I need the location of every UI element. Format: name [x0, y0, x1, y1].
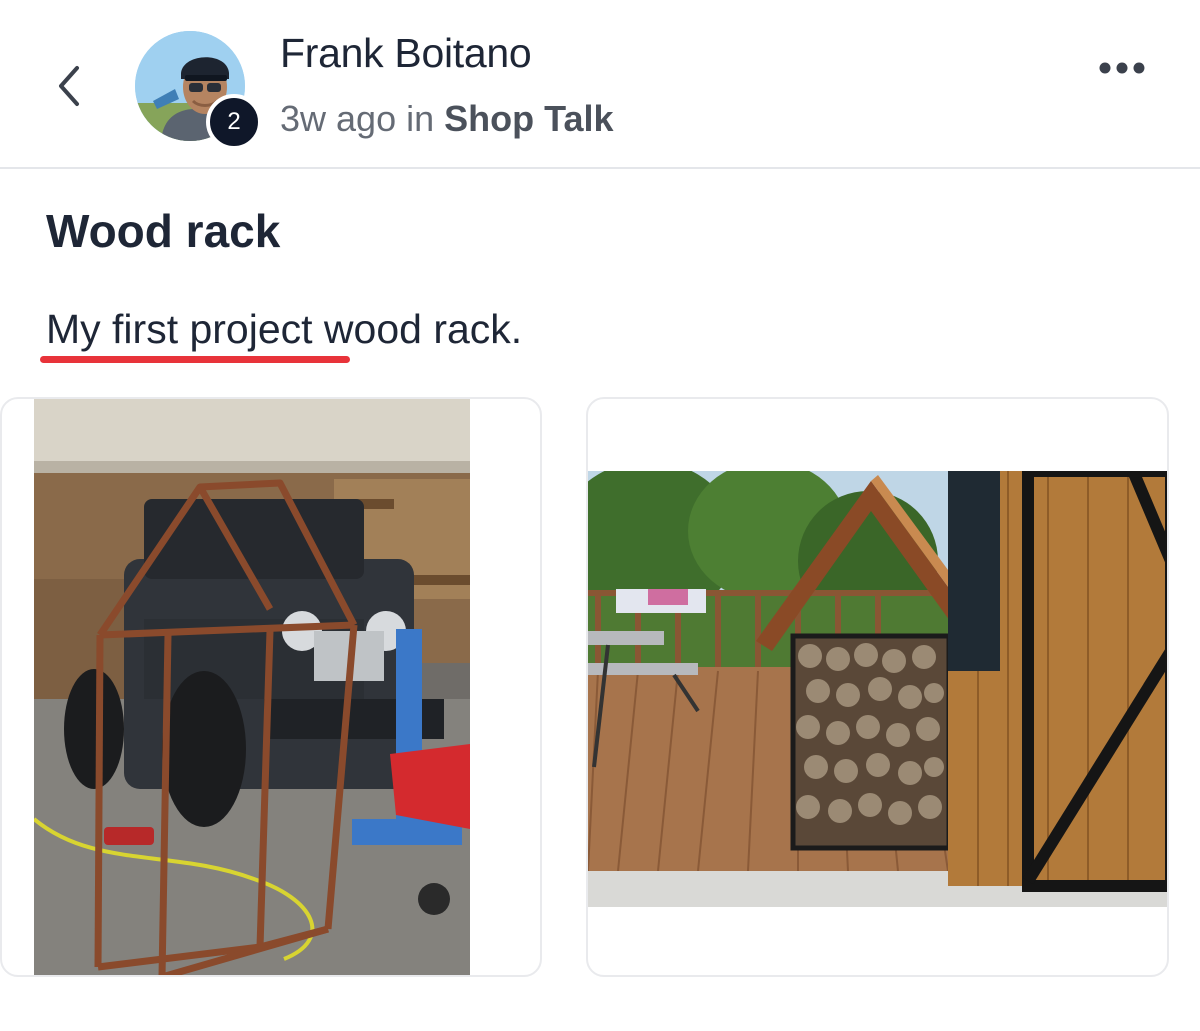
- avatar-badge: 2: [206, 94, 262, 150]
- more-options-button[interactable]: [1090, 48, 1154, 88]
- author-name[interactable]: Frank Boitano: [280, 30, 532, 77]
- photo-card-2[interactable]: [586, 397, 1169, 977]
- post-body: My first project wood rack.: [46, 306, 523, 352]
- spellcheck-underline: [40, 356, 350, 363]
- back-button[interactable]: [44, 58, 92, 114]
- time-ago: 3w ago: [280, 98, 397, 139]
- photo-card-1[interactable]: [0, 397, 542, 977]
- in-label: in: [406, 98, 435, 139]
- space-link[interactable]: Shop Talk: [444, 98, 613, 139]
- chevron-left-icon: [59, 66, 79, 106]
- post-header: 2 Frank Boitano 3w ago in Shop Talk: [0, 0, 1200, 169]
- finished-rack-photo: [588, 471, 1167, 907]
- garage-frame-photo: [34, 399, 470, 975]
- post-title: Wood rack: [46, 205, 281, 257]
- post-meta: 3w ago in Shop Talk: [280, 98, 614, 140]
- more-horizontal-icon: [1099, 62, 1145, 74]
